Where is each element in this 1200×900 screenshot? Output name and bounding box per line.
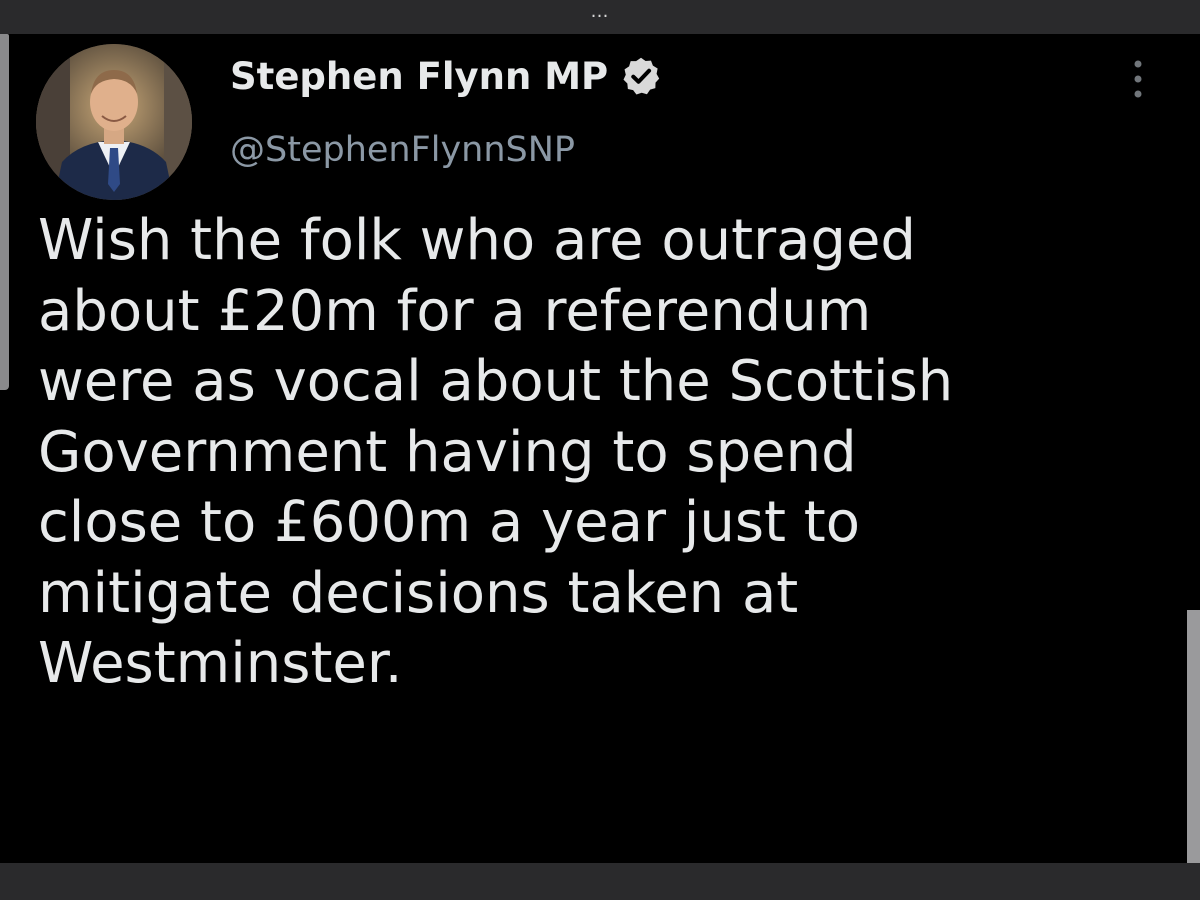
tweet-text-line: about £20m for a referendum [38, 278, 872, 344]
tweet-text-line: mitigate decisions taken at [38, 560, 799, 626]
more-options-icon[interactable] [1126, 56, 1150, 102]
top-bar: … [0, 0, 1200, 34]
tweet-text-line: Wish the folk who are outraged [38, 208, 916, 273]
tweet-text: Wish the folk who are outraged about £20… [38, 206, 1178, 700]
avatar-photo [36, 44, 192, 200]
tweet-text-line: Westminster. [38, 631, 403, 696]
author-handle[interactable]: @StephenFlynnSNP [230, 130, 575, 170]
author-display-name[interactable]: Stephen Flynn MP [230, 55, 608, 98]
avatar[interactable] [36, 44, 192, 200]
right-scroll-indicator[interactable] [1187, 610, 1200, 863]
tweet-card[interactable]: Stephen Flynn MP @StephenFlynnSNP Wish t… [0, 34, 1200, 863]
verified-badge-icon [623, 57, 660, 95]
bottom-bar [0, 863, 1200, 900]
window-menu-icon[interactable]: … [580, 3, 620, 23]
author-name-row: Stephen Flynn MP [230, 52, 662, 100]
tweet-text-line: Government having to spend [38, 419, 857, 485]
tweet-text-line: were as vocal about the Scottish [38, 349, 954, 414]
tweet-text-line: close to £600m a year just to [38, 490, 860, 555]
